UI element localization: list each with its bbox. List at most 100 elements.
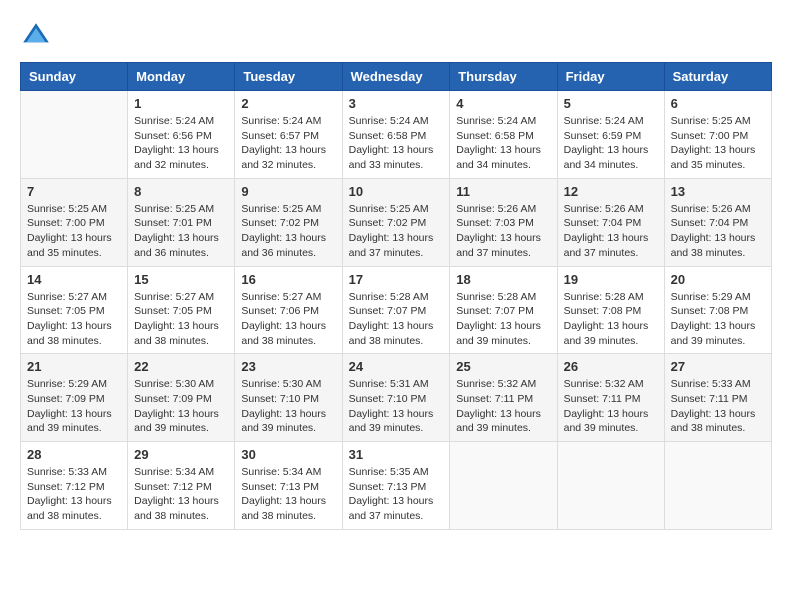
calendar-cell: 31Sunrise: 5:35 AMSunset: 7:13 PMDayligh… (342, 442, 450, 530)
logo-icon (20, 20, 52, 52)
weekday-header: Thursday (450, 63, 557, 91)
day-info: Sunrise: 5:31 AMSunset: 7:10 PMDaylight:… (349, 377, 444, 436)
day-info: Sunrise: 5:35 AMSunset: 7:13 PMDaylight:… (349, 465, 444, 524)
calendar-cell: 26 Sunrise: 5:32 AMSunset: 7:11 PMDayligh… (557, 354, 664, 442)
day-number: 9 (241, 184, 335, 199)
day-number: 18 (456, 272, 550, 287)
day-number: 23 (241, 359, 335, 374)
day-info: Sunrise: 5:25 AMSunset: 7:00 PMDaylight:… (27, 202, 121, 261)
day-info: Sunrise: 5:33 AMSunset: 7:11 PMDaylight:… (671, 377, 765, 436)
day-info: Sunrise: 5:24 AMSunset: 6:57 PMDaylight:… (241, 114, 335, 173)
day-number: 10 (349, 184, 444, 199)
day-number: 30 (241, 447, 335, 462)
day-number: 11 (456, 184, 550, 199)
calendar-cell: 3Sunrise: 5:24 AMSunset: 6:58 PMDaylight… (342, 91, 450, 179)
day-info: Sunrise: 5:27 AMSunset: 7:05 PMDaylight:… (27, 290, 121, 349)
day-info: Sunrise: 5:29 AMSunset: 7:08 PMDaylight:… (671, 290, 765, 349)
day-info: Sunrise: 5:32 AMSunset: 7:11 PMDaylight:… (456, 377, 550, 436)
day-number: 4 (456, 96, 550, 111)
day-info: Sunrise: 5:34 AMSunset: 7:12 PMDaylight:… (134, 465, 228, 524)
day-number: 14 (27, 272, 121, 287)
calendar-cell (450, 442, 557, 530)
day-info: Sunrise: 5:27 AMSunset: 7:05 PMDaylight:… (134, 290, 228, 349)
weekday-header: Saturday (664, 63, 771, 91)
calendar-cell: 19 Sunrise: 5:28 AMSunset: 7:08 PMDayligh… (557, 266, 664, 354)
day-info: Sunrise: 5:25 AMSunset: 7:02 PMDaylight:… (349, 202, 444, 261)
calendar-cell: 5 Sunrise: 5:24 AMSunset: 6:59 PMDaylight… (557, 91, 664, 179)
day-number: 29 (134, 447, 228, 462)
calendar-cell: 18 Sunrise: 5:28 AMSunset: 7:07 PMDayligh… (450, 266, 557, 354)
day-info: Sunrise: 5:25 AMSunset: 7:02 PMDaylight:… (241, 202, 335, 261)
day-number: 1 (134, 96, 228, 111)
day-info: Sunrise: 5:26 AMSunset: 7:03 PMDaylight:… (456, 202, 550, 261)
calendar-cell: 9 Sunrise: 5:25 AMSunset: 7:02 PMDaylight… (235, 178, 342, 266)
day-number: 15 (134, 272, 228, 287)
day-info: Sunrise: 5:34 AMSunset: 7:13 PMDaylight:… (241, 465, 335, 524)
day-info: Sunrise: 5:27 AMSunset: 7:06 PMDaylight:… (241, 290, 335, 349)
calendar-cell (21, 91, 128, 179)
calendar-cell: 21 Sunrise: 5:29 AMSunset: 7:09 PMDayligh… (21, 354, 128, 442)
day-info: Sunrise: 5:28 AMSunset: 7:08 PMDaylight:… (564, 290, 658, 349)
calendar-week-row: 1 Sunrise: 5:24 AMSunset: 6:56 PMDaylight… (21, 91, 772, 179)
day-info: Sunrise: 5:24 AMSunset: 6:56 PMDaylight:… (134, 114, 228, 173)
day-number: 19 (564, 272, 658, 287)
calendar-cell: 4 Sunrise: 5:24 AMSunset: 6:58 PMDaylight… (450, 91, 557, 179)
weekday-header: Wednesday (342, 63, 450, 91)
day-info: Sunrise: 5:32 AMSunset: 7:11 PMDaylight:… (564, 377, 658, 436)
day-number: 17 (349, 272, 444, 287)
weekday-header: Sunday (21, 63, 128, 91)
calendar-cell: 1 Sunrise: 5:24 AMSunset: 6:56 PMDaylight… (128, 91, 235, 179)
calendar-cell: 10 Sunrise: 5:25 AMSunset: 7:02 PMDayligh… (342, 178, 450, 266)
day-number: 24 (349, 359, 444, 374)
day-number: 6 (671, 96, 765, 111)
day-number: 28 (27, 447, 121, 462)
calendar-cell: 8Sunrise: 5:25 AMSunset: 7:01 PMDaylight… (128, 178, 235, 266)
calendar-cell: 7 Sunrise: 5:25 AMSunset: 7:00 PMDaylight… (21, 178, 128, 266)
day-info: Sunrise: 5:24 AMSunset: 6:58 PMDaylight:… (456, 114, 550, 173)
calendar-cell (557, 442, 664, 530)
day-number: 20 (671, 272, 765, 287)
day-info: Sunrise: 5:24 AMSunset: 6:58 PMDaylight:… (349, 114, 444, 173)
calendar-cell: 17 Sunrise: 5:28 AMSunset: 7:07 PMDayligh… (342, 266, 450, 354)
calendar-cell: 11 Sunrise: 5:26 AMSunset: 7:03 PMDayligh… (450, 178, 557, 266)
day-number: 12 (564, 184, 658, 199)
calendar-week-row: 28 Sunrise: 5:33 AMSunset: 7:12 PMDayligh… (21, 442, 772, 530)
day-number: 5 (564, 96, 658, 111)
day-number: 21 (27, 359, 121, 374)
calendar-cell: 28 Sunrise: 5:33 AMSunset: 7:12 PMDayligh… (21, 442, 128, 530)
day-number: 16 (241, 272, 335, 287)
day-info: Sunrise: 5:30 AMSunset: 7:09 PMDaylight:… (134, 377, 228, 436)
calendar-cell: 29 Sunrise: 5:34 AMSunset: 7:12 PMDayligh… (128, 442, 235, 530)
calendar-cell: 13Sunrise: 5:26 AMSunset: 7:04 PMDayligh… (664, 178, 771, 266)
day-info: Sunrise: 5:28 AMSunset: 7:07 PMDaylight:… (349, 290, 444, 349)
logo (20, 20, 56, 52)
calendar-cell (664, 442, 771, 530)
day-info: Sunrise: 5:28 AMSunset: 7:07 PMDaylight:… (456, 290, 550, 349)
calendar-cell: 25 Sunrise: 5:32 AMSunset: 7:11 PMDayligh… (450, 354, 557, 442)
day-info: Sunrise: 5:29 AMSunset: 7:09 PMDaylight:… (27, 377, 121, 436)
day-number: 25 (456, 359, 550, 374)
day-info: Sunrise: 5:26 AMSunset: 7:04 PMDaylight:… (564, 202, 658, 261)
day-info: Sunrise: 5:33 AMSunset: 7:12 PMDaylight:… (27, 465, 121, 524)
day-number: 2 (241, 96, 335, 111)
day-info: Sunrise: 5:25 AMSunset: 7:01 PMDaylight:… (134, 202, 228, 261)
day-number: 27 (671, 359, 765, 374)
calendar-cell: 24 Sunrise: 5:31 AMSunset: 7:10 PMDayligh… (342, 354, 450, 442)
calendar-cell: 2 Sunrise: 5:24 AMSunset: 6:57 PMDaylight… (235, 91, 342, 179)
day-number: 7 (27, 184, 121, 199)
calendar-week-row: 14 Sunrise: 5:27 AMSunset: 7:05 PMDayligh… (21, 266, 772, 354)
calendar-cell: 15 Sunrise: 5:27 AMSunset: 7:05 PMDayligh… (128, 266, 235, 354)
weekday-header: Monday (128, 63, 235, 91)
page-header (20, 20, 772, 52)
calendar-cell: 22 Sunrise: 5:30 AMSunset: 7:09 PMDayligh… (128, 354, 235, 442)
calendar-cell: 27 Sunrise: 5:33 AMSunset: 7:11 PMDayligh… (664, 354, 771, 442)
calendar-cell: 16 Sunrise: 5:27 AMSunset: 7:06 PMDayligh… (235, 266, 342, 354)
calendar-header-row: SundayMondayTuesdayWednesdayThursdayFrid… (21, 63, 772, 91)
day-info: Sunrise: 5:24 AMSunset: 6:59 PMDaylight:… (564, 114, 658, 173)
weekday-header: Tuesday (235, 63, 342, 91)
calendar-cell: 14 Sunrise: 5:27 AMSunset: 7:05 PMDayligh… (21, 266, 128, 354)
calendar-table: SundayMondayTuesdayWednesdayThursdayFrid… (20, 62, 772, 530)
day-number: 26 (564, 359, 658, 374)
day-number: 22 (134, 359, 228, 374)
day-number: 13 (671, 184, 765, 199)
